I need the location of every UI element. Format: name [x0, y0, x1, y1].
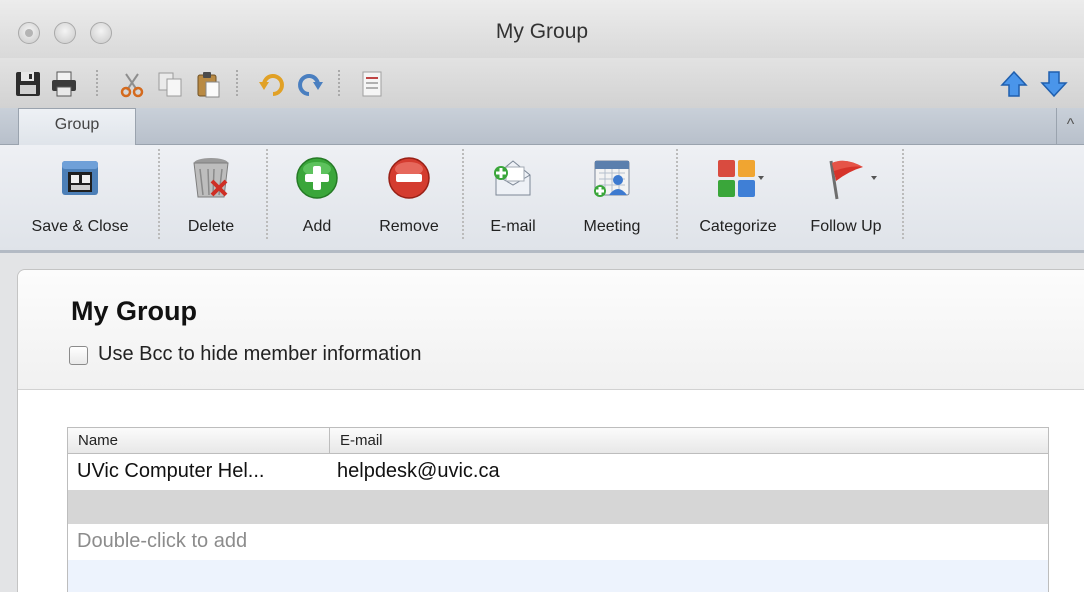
email-button[interactable]: E-mail: [474, 145, 552, 245]
add-icon: [296, 157, 338, 199]
toolbar-separator: [96, 70, 98, 98]
ribbon-separator: [266, 149, 268, 241]
properties-icon[interactable]: [358, 70, 386, 98]
ribbon-separator: [462, 149, 464, 241]
ribbon: Save & Close Delete Add Remove E-mail Me…: [0, 145, 1084, 253]
column-header-email[interactable]: E-mail: [330, 428, 1050, 453]
flag-icon: [829, 160, 877, 200]
up-arrow-icon[interactable]: [1000, 70, 1028, 98]
cut-icon[interactable]: [118, 70, 146, 98]
column-header-name[interactable]: Name: [68, 428, 330, 453]
save-close-icon: [62, 161, 98, 195]
add-member-row[interactable]: Double-click to add: [68, 524, 1048, 560]
table-row-empty[interactable]: [68, 490, 1048, 524]
save-close-label: Save & Close: [31, 218, 129, 235]
add-member-placeholder: Double-click to add: [77, 530, 248, 552]
group-title[interactable]: My Group: [71, 296, 197, 327]
delete-button[interactable]: Delete: [170, 145, 252, 245]
follow-up-label: Follow Up: [810, 218, 882, 235]
bcc-checkbox[interactable]: [69, 346, 88, 365]
meeting-icon: [594, 160, 630, 197]
members-table: Name E-mail UVic Computer Hel... helpdes…: [67, 427, 1049, 592]
paste-icon[interactable]: [194, 70, 222, 98]
categorize-icon: [718, 160, 764, 197]
meeting-button[interactable]: Meeting: [566, 145, 658, 245]
ribbon-separator: [158, 149, 160, 241]
ribbon-separator: [676, 149, 678, 241]
remove-icon: [388, 157, 430, 199]
toolbar-separator: [236, 70, 238, 98]
copy-icon[interactable]: [156, 70, 184, 98]
tab-group[interactable]: Group: [18, 108, 136, 145]
remove-label: Remove: [379, 218, 439, 235]
group-header: My Group Use Bcc to hide member informat…: [18, 270, 1084, 390]
table-row-empty[interactable]: [68, 560, 1048, 592]
workspace: My Group Use Bcc to hide member informat…: [0, 253, 1084, 592]
ribbon-separator: [902, 149, 904, 241]
email-label: E-mail: [490, 218, 536, 235]
add-button[interactable]: Add: [282, 145, 352, 245]
remove-button[interactable]: Remove: [364, 145, 454, 245]
save-icon[interactable]: [14, 70, 42, 98]
email-icon: [494, 160, 531, 196]
down-arrow-icon[interactable]: [1040, 70, 1068, 98]
trash-icon: [193, 158, 229, 198]
undo-icon[interactable]: [258, 70, 286, 98]
member-email: helpdesk@uvic.ca: [337, 460, 500, 482]
delete-label: Delete: [187, 218, 235, 235]
quick-toolbar: [0, 58, 1084, 108]
redo-icon[interactable]: [296, 70, 324, 98]
meeting-label: Meeting: [583, 218, 641, 235]
categorize-label: Categorize: [699, 218, 777, 235]
print-icon[interactable]: [50, 70, 78, 98]
collapse-ribbon-button[interactable]: ^: [1056, 108, 1084, 145]
toolbar-separator: [338, 70, 340, 98]
member-name: UVic Computer Hel...: [77, 460, 265, 482]
group-card: My Group Use Bcc to hide member informat…: [17, 269, 1084, 592]
title-bar: My Group: [0, 0, 1084, 58]
bcc-label[interactable]: Use Bcc to hide member information: [98, 343, 421, 366]
table-header: Name E-mail: [68, 428, 1048, 454]
categorize-button[interactable]: Categorize: [686, 145, 790, 245]
table-row[interactable]: UVic Computer Hel... helpdesk@uvic.ca: [68, 454, 1048, 490]
window-title: My Group: [495, 20, 589, 43]
save-close-button[interactable]: Save & Close: [20, 145, 140, 245]
ribbon-tab-strip: Group ^: [0, 108, 1084, 145]
follow-up-button[interactable]: Follow Up: [796, 145, 896, 245]
add-label: Add: [302, 218, 332, 235]
